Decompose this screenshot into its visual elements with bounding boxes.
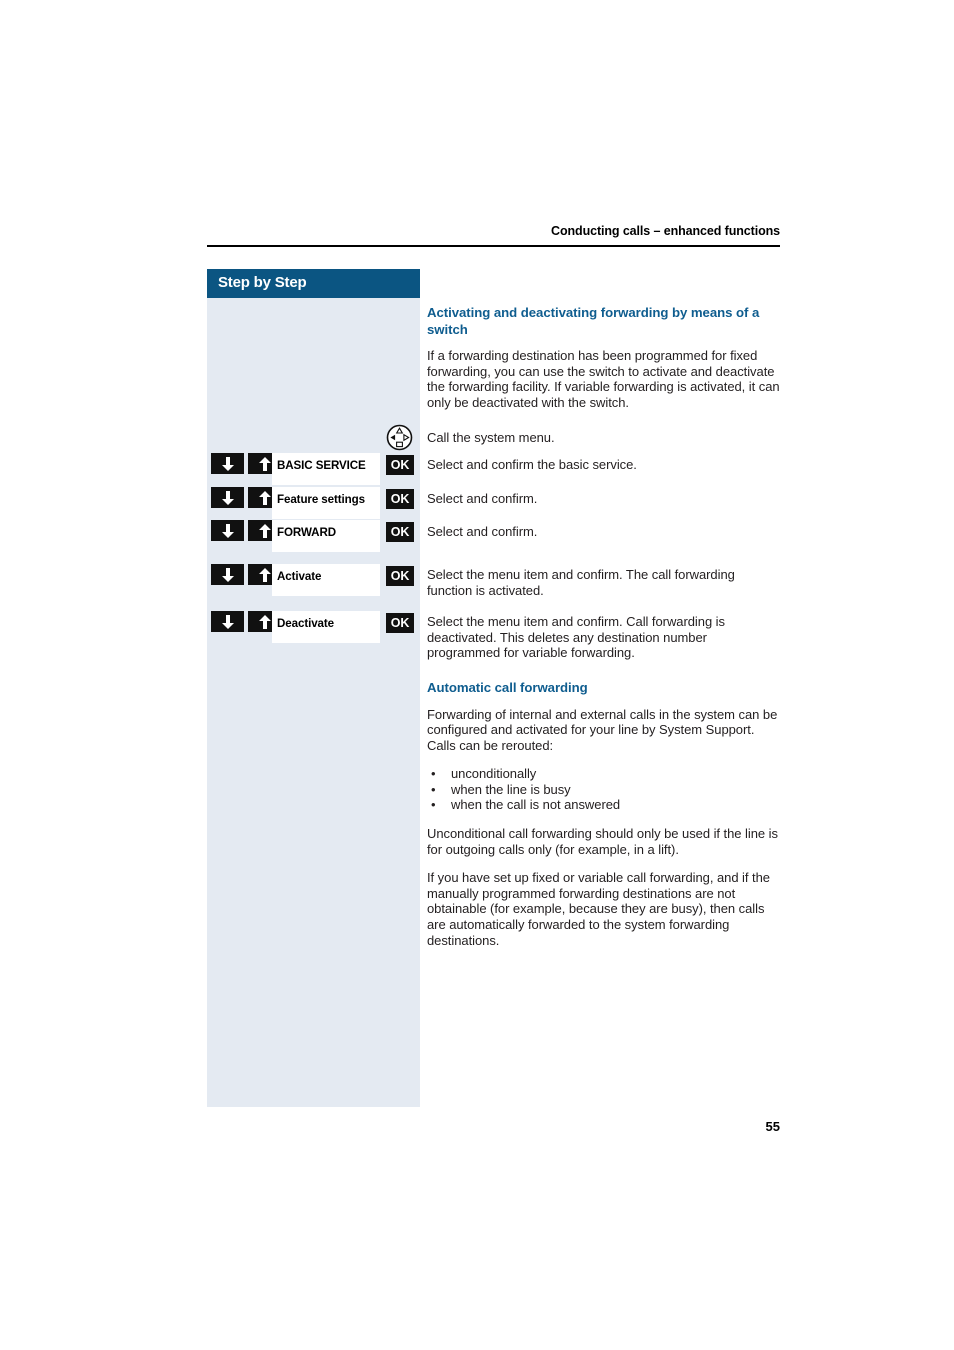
menu-label-box-row-1[interactable]: BASIC SERVICE [272, 453, 380, 485]
ok-key-row-1[interactable]: OK [386, 455, 414, 475]
menu-label-row-4: Activate [277, 570, 322, 583]
menu-label-box-row-3[interactable]: FORWARD [272, 520, 380, 552]
step-by-step-title: Step by Step [218, 274, 307, 291]
menu-label-box-row-4[interactable]: Activate [272, 564, 380, 596]
menu-label-row-5: Deactivate [277, 617, 335, 630]
section2-paragraph-2: Unconditional call forwarding should onl… [427, 826, 778, 857]
instruction-row-5: Select the menu item and confirm. Call f… [427, 614, 725, 661]
ok-key-label-row-4: OK [390, 569, 410, 583]
ok-key-label-row-2: OK [390, 492, 410, 506]
navigation-key-icon [386, 424, 413, 451]
bullet-icon: • [431, 781, 436, 797]
scroll-down-key-row-3[interactable] [211, 520, 244, 541]
menu-label-box-row-5[interactable]: Deactivate [272, 611, 380, 643]
ok-key-label-row-3: OK [390, 525, 410, 539]
list-item: • when the line is busy [427, 782, 780, 798]
reroute-conditions-list: • unconditionally • when the line is bus… [427, 766, 780, 813]
scroll-down-key-row-4[interactable] [211, 564, 244, 585]
list-item-label: when the line is busy [451, 781, 571, 797]
page-number: 55 [765, 1119, 780, 1134]
ok-key-label-row-5: OK [390, 616, 410, 630]
ok-key-row-4[interactable]: OK [386, 566, 414, 586]
instruction-row-3: Select and confirm. [427, 524, 538, 539]
menu-label-row-1: BASIC SERVICE [277, 459, 366, 472]
scroll-down-key-row-5[interactable] [211, 611, 244, 632]
ok-key-label-row-1: OK [390, 458, 410, 472]
instruction-row-2: Select and confirm. [427, 491, 538, 506]
instruction-nav-key: Call the system menu. [427, 430, 555, 445]
menu-label-row-3: FORWARD [277, 526, 336, 539]
instruction-row-1: Select and confirm the basic service. [427, 457, 637, 472]
bullet-icon: • [431, 797, 436, 813]
menu-label-box-row-2[interactable]: Feature settings [272, 487, 380, 519]
ok-key-row-3[interactable]: OK [386, 522, 414, 542]
running-header: Conducting calls – enhanced functions [551, 224, 780, 238]
ok-key-row-2[interactable]: OK [386, 489, 414, 509]
section2-block: Automatic call forwarding Forwarding of … [427, 680, 780, 948]
menu-label-row-2: Feature settings [277, 493, 365, 506]
list-item-label: unconditionally [451, 766, 537, 782]
instruction-row-4: Select the menu item and confirm. The ca… [427, 567, 735, 598]
section1-intro-paragraph: If a forwarding destination has been pro… [427, 348, 780, 410]
list-item: • when the call is not answered [427, 797, 780, 813]
document-page: Conducting calls – enhanced functions St… [0, 0, 954, 1350]
section2-intro-paragraph: Forwarding of internal and external call… [427, 706, 778, 753]
step-by-step-panel [207, 269, 420, 1107]
content-column: Activating and deactivating forwarding b… [427, 305, 780, 423]
ok-key-row-5[interactable]: OK [386, 613, 414, 633]
section-heading-forwarding-switch: Activating and deactivating forwarding b… [427, 305, 760, 337]
list-item: • unconditionally [427, 766, 780, 782]
list-item-label: when the call is not answered [451, 797, 621, 813]
bullet-icon: • [431, 766, 436, 782]
section2-paragraph-3: If you have set up fixed or variable cal… [427, 870, 770, 948]
section-heading-automatic-forwarding: Automatic call forwarding [427, 680, 588, 695]
scroll-down-key-row-2[interactable] [211, 487, 244, 508]
header-divider-rule [207, 245, 780, 247]
scroll-down-key-row-1[interactable] [211, 453, 244, 474]
